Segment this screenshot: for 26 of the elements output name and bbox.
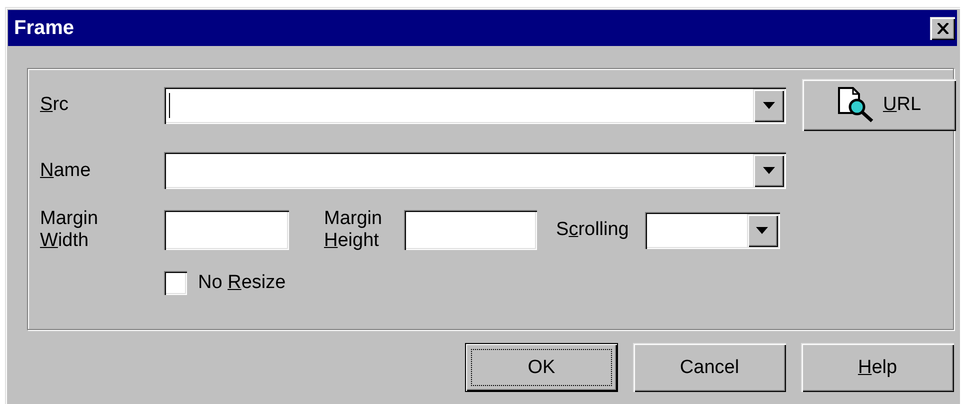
combo-box[interactable] [644,212,780,248]
field-label: Scrolling [556,219,629,241]
dropdown-button[interactable] [753,88,784,122]
field-label: Margin Height [324,208,384,252]
input-field[interactable] [404,210,537,250]
caret-icon [756,226,768,234]
dialog-button[interactable]: Cancel [633,343,786,392]
dialog-button[interactable]: OK [465,343,618,392]
dropdown-button[interactable] [746,214,778,246]
checkbox-label: No Resize [198,272,286,294]
window-title: Frame [14,16,74,40]
caret-icon [762,102,774,108]
input-field[interactable] [164,210,289,250]
close-icon [936,22,948,34]
combo-box[interactable] [164,152,786,189]
document-search-icon [836,87,875,123]
field-label: Src [40,94,70,116]
close-button[interactable] [930,16,955,40]
field-label: Margin Width [40,208,100,252]
caret-icon [762,167,774,174]
url-button[interactable]: URL [802,79,956,131]
checkbox[interactable] [164,271,187,295]
combo-box[interactable] [164,86,786,124]
dropdown-button[interactable] [753,154,784,187]
dialog-button[interactable]: Help [801,343,954,392]
field-label: Name [40,160,92,182]
